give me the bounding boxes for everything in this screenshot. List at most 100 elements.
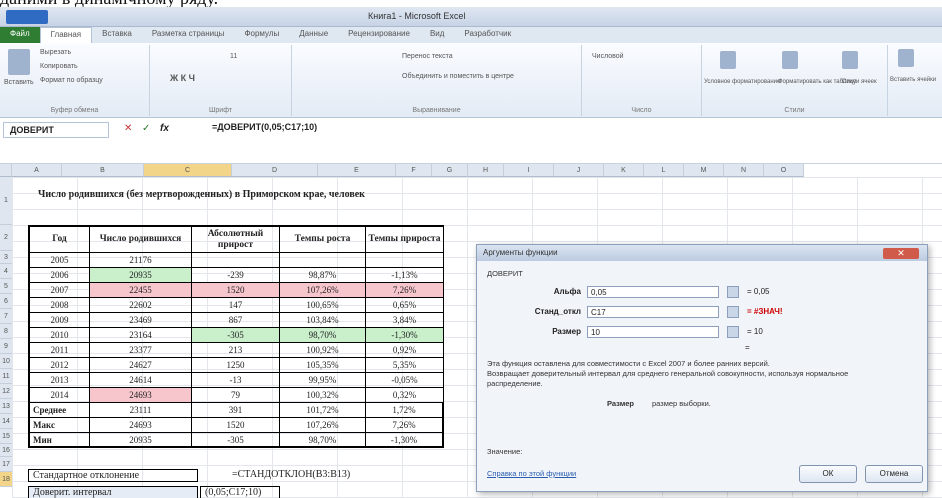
row-header-8[interactable]: 8	[0, 324, 12, 339]
table-cell-growth-rate[interactable]: 100,92%	[280, 343, 366, 358]
table-cell-year[interactable]: 2013	[28, 373, 90, 388]
table-cell-births[interactable]: 24614	[90, 373, 192, 388]
stdev-label[interactable]: Стандартное отклонение	[28, 469, 198, 482]
column-header-J[interactable]: J	[554, 164, 604, 177]
table-cell-abs-growth[interactable]: 147	[192, 298, 280, 313]
name-box[interactable]: ДОВЕРИТ	[3, 122, 109, 138]
table-cell-year[interactable]: 2007	[28, 283, 90, 298]
table-cell-growth-rate[interactable]: 98,87%	[280, 268, 366, 283]
summary-cell-births[interactable]: 23111	[90, 403, 192, 418]
select-all-corner[interactable]	[0, 164, 12, 177]
summary-cell-increase-rate[interactable]: 1,72%	[366, 403, 444, 418]
size-input[interactable]: 10	[587, 326, 719, 338]
table-cell-increase-rate[interactable]: 7,26%	[366, 283, 444, 298]
table-cell-year[interactable]: 2006	[28, 268, 90, 283]
row-header-17[interactable]: 17	[0, 457, 12, 472]
column-header-C[interactable]: C	[144, 164, 232, 177]
table-cell-abs-growth[interactable]: 213	[192, 343, 280, 358]
table-cell-growth-rate[interactable]: 99,95%	[280, 373, 366, 388]
summary-cell-births[interactable]: 24693	[90, 418, 192, 433]
column-header-births[interactable]: Число родившихся	[90, 225, 192, 253]
summary-cell-increase-rate[interactable]: 7,26%	[366, 418, 444, 433]
table-cell-increase-rate[interactable]: 0,32%	[366, 388, 444, 403]
column-header-E[interactable]: E	[318, 164, 396, 177]
table-cell-births[interactable]: 23377	[90, 343, 192, 358]
row-header-15[interactable]: 15	[0, 429, 12, 444]
summary-cell-increase-rate[interactable]: -1,30%	[366, 433, 444, 448]
table-cell-births[interactable]: 20935	[90, 268, 192, 283]
column-header-M[interactable]: M	[684, 164, 724, 177]
summary-cell-births[interactable]: 20935	[90, 433, 192, 448]
table-cell-year[interactable]: 2012	[28, 358, 90, 373]
column-header-I[interactable]: I	[504, 164, 554, 177]
tab-home[interactable]: Главная	[39, 27, 93, 43]
summary-cell-abs-growth[interactable]: -305	[192, 433, 280, 448]
font-size-select[interactable]: 11	[230, 53, 237, 60]
cancel-button[interactable]: Отмена	[865, 465, 923, 483]
insert-cells-button[interactable]: Вставить ячейки	[890, 77, 936, 83]
table-cell-births[interactable]: 24693	[90, 388, 192, 403]
conf-label[interactable]: Доверит. интервал	[28, 486, 198, 498]
table-cell-abs-growth[interactable]: 79	[192, 388, 280, 403]
quick-access-toolbar[interactable]	[6, 10, 48, 24]
summary-cell-abs-growth[interactable]: 391	[192, 403, 280, 418]
summary-cell-growth-rate[interactable]: 107,26%	[280, 418, 366, 433]
paste-button[interactable]: Вставить	[4, 79, 34, 86]
table-cell-abs-growth[interactable]: 1250	[192, 358, 280, 373]
table-cell-growth-rate[interactable]: 98,70%	[280, 328, 366, 343]
row-header-12[interactable]: 12	[0, 384, 12, 399]
table-cell-increase-rate[interactable]: 3,84%	[366, 313, 444, 328]
format-table-icon[interactable]	[782, 51, 798, 69]
summary-cell-year[interactable]: Среднее	[28, 403, 90, 418]
conditional-format-icon[interactable]	[720, 51, 736, 69]
help-link[interactable]: Справка по этой функции	[487, 469, 576, 478]
collapse-range-icon[interactable]	[727, 306, 739, 318]
summary-cell-year[interactable]: Макс	[28, 418, 90, 433]
table-cell-growth-rate[interactable]: 107,26%	[280, 283, 366, 298]
table-cell-abs-growth[interactable]	[192, 253, 280, 268]
column-header-increase-rate[interactable]: Темпы прироста	[366, 225, 444, 253]
copy-button[interactable]: Копировать	[40, 63, 78, 70]
table-cell-increase-rate[interactable]: 0,65%	[366, 298, 444, 313]
table-cell-growth-rate[interactable]: 100,65%	[280, 298, 366, 313]
column-header-H[interactable]: H	[468, 164, 504, 177]
row-header-1[interactable]: 1	[0, 177, 12, 225]
row-header-9[interactable]: 9	[0, 339, 12, 354]
row-header-6[interactable]: 6	[0, 294, 12, 309]
tab-file[interactable]: Файл	[0, 27, 40, 43]
collapse-range-icon[interactable]	[727, 326, 739, 338]
insert-function-icon[interactable]: fx	[160, 123, 169, 134]
table-cell-year[interactable]: 2011	[28, 343, 90, 358]
tab-insert[interactable]: Вставка	[92, 27, 142, 43]
table-cell-year[interactable]: 2009	[28, 313, 90, 328]
formula-input[interactable]: =ДОВЕРИТ(0,05;C17;10)	[212, 122, 317, 132]
column-header-L[interactable]: L	[644, 164, 684, 177]
table-cell-abs-growth[interactable]: 867	[192, 313, 280, 328]
format-painter-button[interactable]: Формат по образцу	[40, 77, 103, 84]
table-cell-growth-rate[interactable]: 100,32%	[280, 388, 366, 403]
collapse-range-icon[interactable]	[727, 286, 739, 298]
table-cell-abs-growth[interactable]: -239	[192, 268, 280, 283]
row-header-2[interactable]: 2	[0, 225, 12, 251]
tab-developer[interactable]: Разработчик	[454, 27, 521, 43]
table-cell-abs-growth[interactable]: -13	[192, 373, 280, 388]
table-cell-births[interactable]: 23469	[90, 313, 192, 328]
column-header-year[interactable]: Год	[28, 225, 90, 253]
column-header-K[interactable]: K	[604, 164, 644, 177]
row-header-18[interactable]: 18	[0, 472, 12, 487]
table-cell-births[interactable]: 22455	[90, 283, 192, 298]
cell-styles-icon[interactable]	[842, 51, 858, 69]
alpha-input[interactable]: 0,05	[587, 286, 719, 298]
table-cell-year[interactable]: 2008	[28, 298, 90, 313]
column-header-F[interactable]: F	[396, 164, 432, 177]
column-header-O[interactable]: O	[764, 164, 804, 177]
table-cell-abs-growth[interactable]: 1520	[192, 283, 280, 298]
table-cell-year[interactable]: 2005	[28, 253, 90, 268]
column-header-N[interactable]: N	[724, 164, 764, 177]
summary-cell-abs-growth[interactable]: 1520	[192, 418, 280, 433]
table-cell-births[interactable]: 22602	[90, 298, 192, 313]
column-header-A[interactable]: A	[12, 164, 62, 177]
confirm-icon[interactable]: ✓	[142, 123, 150, 134]
row-header-4[interactable]: 4	[0, 264, 12, 279]
conf-formula[interactable]: (0,05;C17;10)	[200, 486, 280, 498]
